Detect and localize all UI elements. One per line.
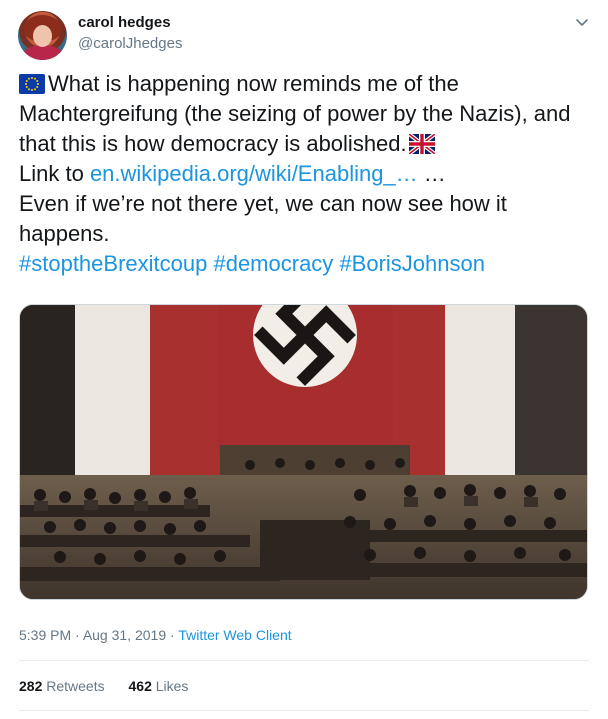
divider (19, 660, 589, 661)
link-suffix: … (417, 161, 446, 186)
meta-separator: · (166, 627, 179, 643)
tweet-line: that this is how democracy is abolished. (19, 129, 594, 159)
tweet-date[interactable]: Aug 31, 2019 (83, 627, 166, 643)
hashtag-stopthebrexitcoup[interactable]: #stoptheBrexitcoup (19, 251, 207, 276)
likes-label: Likes (155, 678, 189, 694)
link-prefix: Link to (19, 161, 90, 186)
chevron-down-icon[interactable] (574, 14, 590, 30)
likes-count: 462 (128, 678, 152, 694)
avatar[interactable] (18, 11, 67, 60)
likes-stat[interactable]: 462 Likes (129, 678, 189, 694)
hashtag-borisjohnson[interactable]: #BorisJohnson (339, 251, 485, 276)
hashtags: #stoptheBrexitcoup #democracy #BorisJohn… (19, 249, 594, 279)
retweets-count: 282 (19, 678, 43, 694)
divider (19, 710, 589, 711)
tweet-text: What is happening now reminds me of the … (19, 69, 594, 279)
tweet-line: What is happening now reminds me of the (19, 69, 594, 99)
uk-flag-icon (408, 134, 435, 154)
tweet-source-link[interactable]: Twitter Web Client (178, 627, 291, 643)
tweet-meta: 5:39 PM · Aug 31, 2019 · Twitter Web Cli… (19, 627, 292, 643)
tweet-text-line1: What is happening now reminds me of the (48, 71, 459, 96)
eu-flag-icon (19, 74, 45, 94)
retweets-stat[interactable]: 282 Retweets (19, 678, 105, 694)
tweet-text-line2: Machtergreifung (the seizing of power by… (19, 101, 571, 126)
wikipedia-link[interactable]: en.wikipedia.org/wiki/Enabling_… (90, 161, 418, 186)
tweet-text-line3: that this is how democracy is abolished. (19, 131, 407, 156)
hashtag-democracy[interactable]: #democracy (213, 251, 333, 276)
tweet-text-line5: Even if we’re not there yet, we can now … (19, 191, 507, 216)
tweet-time[interactable]: 5:39 PM (19, 627, 71, 643)
tweet-line: Link to en.wikipedia.org/wiki/Enabling_…… (19, 159, 594, 189)
reichstag-photo-image (20, 305, 587, 599)
tweet-photo[interactable] (19, 304, 588, 600)
meta-separator: · (71, 627, 83, 643)
author-handle[interactable]: @carolJhedges (78, 35, 182, 52)
retweets-label: Retweets (46, 678, 105, 694)
author-name[interactable]: carol hedges (78, 14, 171, 31)
tweet-card: carol hedges @carolJhedges What is happe… (0, 0, 608, 719)
tweet-stats: 282 Retweets 462 Likes (19, 678, 208, 694)
tweet-text-line6: happens. (19, 221, 110, 246)
